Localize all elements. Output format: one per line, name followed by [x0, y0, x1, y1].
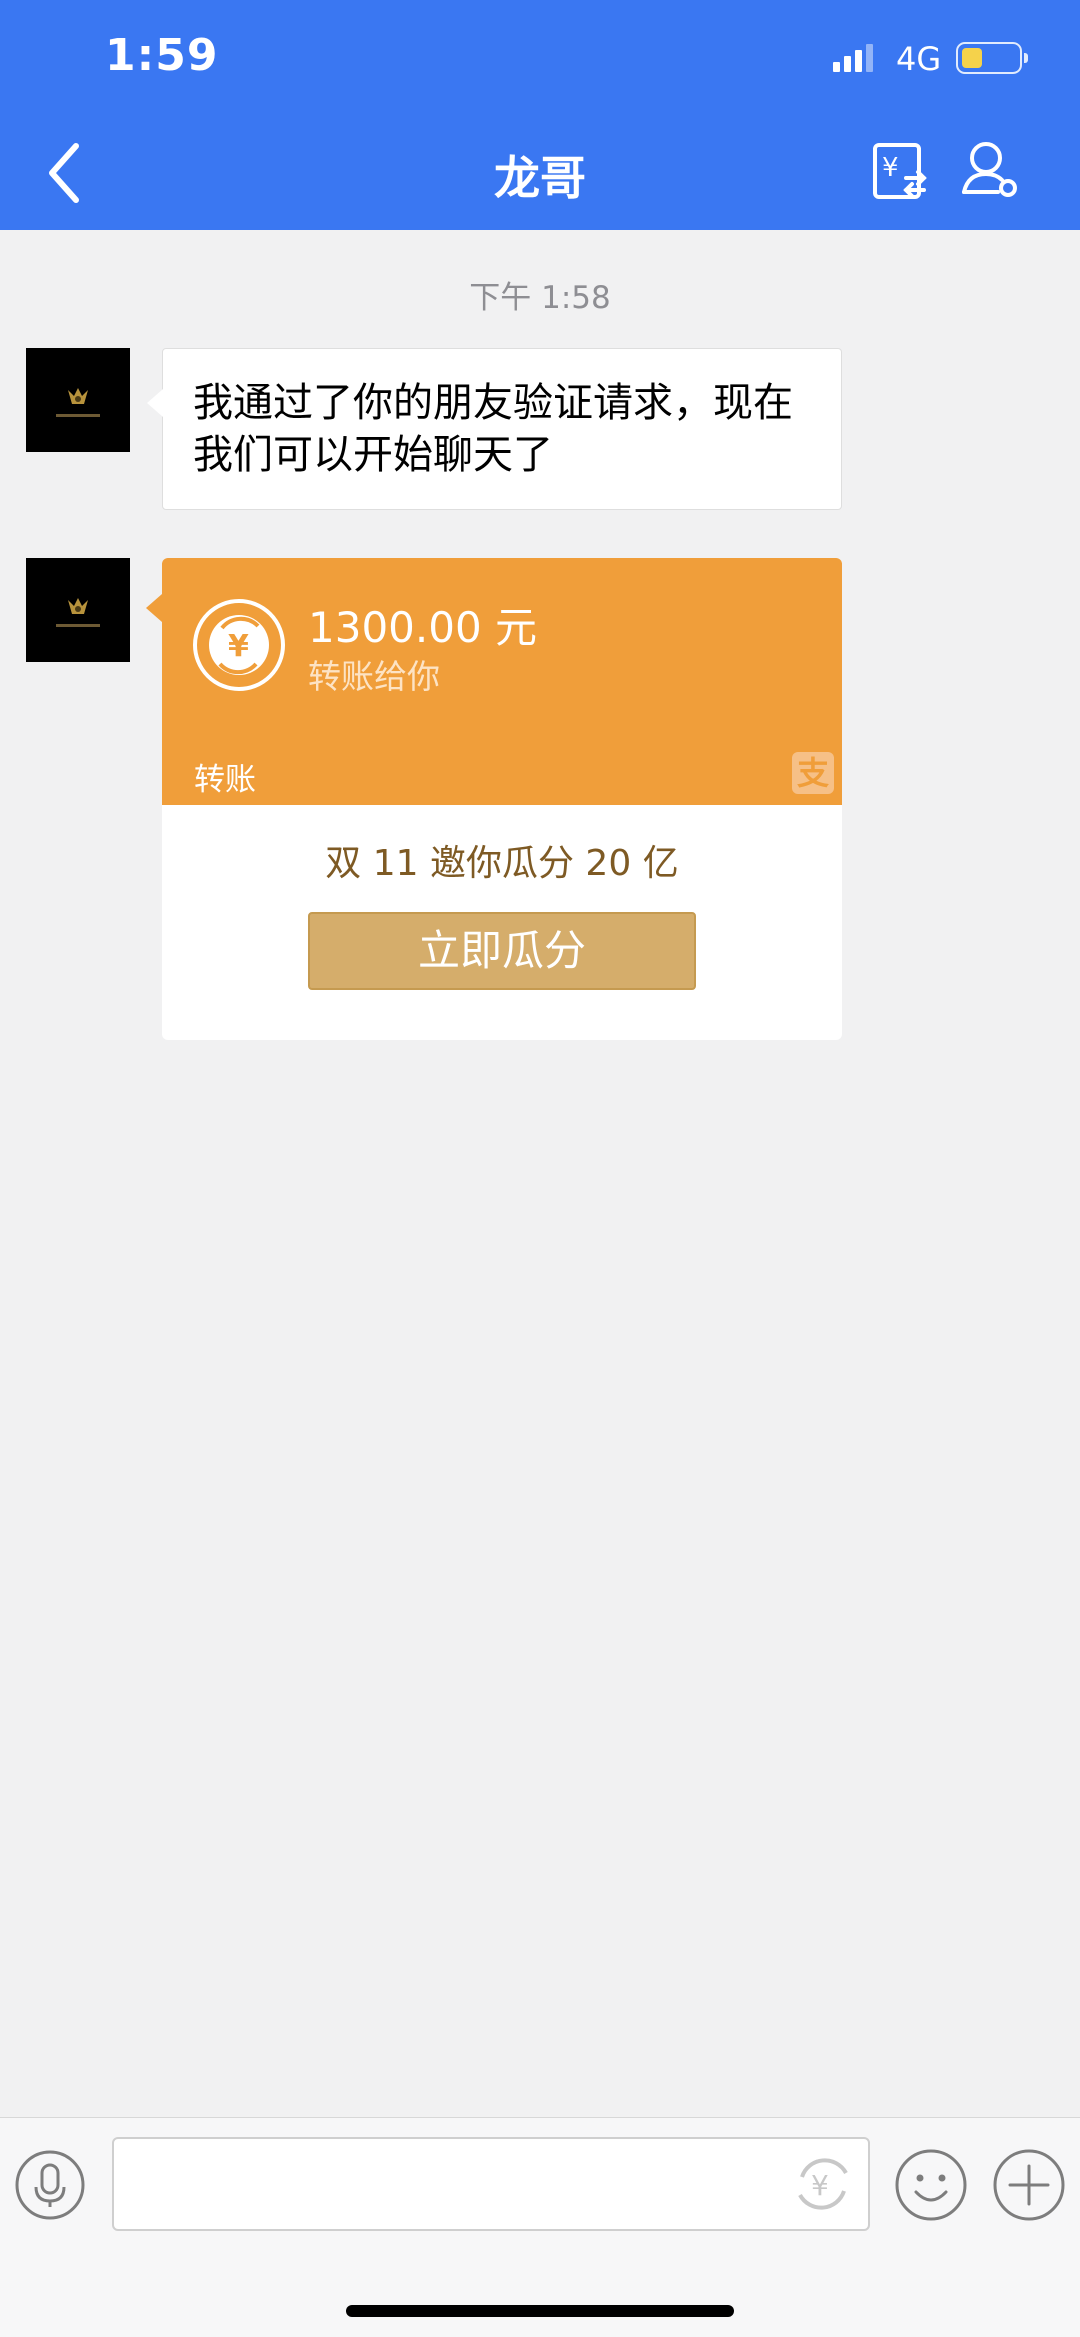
header-bar: 1:59 4G 龙哥 ¥	[0, 0, 1080, 230]
battery-tip	[1024, 53, 1028, 63]
transfer-label: 转账	[194, 762, 256, 798]
avatar-wordmark	[56, 414, 100, 417]
alipay-icon: 支	[792, 752, 834, 794]
yen-icon[interactable]: ¥	[790, 2151, 856, 2217]
network-label: 4G	[896, 40, 942, 78]
avatar[interactable]	[26, 348, 130, 452]
promo-text: 双 11 邀你瓜分 20 亿	[325, 843, 679, 884]
message-bubble-text[interactable]: 我通过了你的朋友验证请求，现在我们可以开始聊天了	[147, 348, 842, 510]
avatar-emblem-icon	[68, 598, 88, 614]
svg-text:¥: ¥	[882, 153, 899, 183]
transfer-subtitle: 转账给你	[308, 657, 440, 696]
transfer-amount: 1300.00 元	[308, 603, 538, 652]
message-timestamp: 下午 1:58	[469, 280, 611, 316]
profile-icon[interactable]	[960, 140, 1020, 200]
svg-text:¥: ¥	[811, 2169, 829, 2202]
transfer-icon[interactable]: ¥	[872, 142, 928, 202]
transfer-card[interactable]: ¥ 1300.00 元 转账给你 转账 支 双 11 邀你瓜分 20 亿 立即瓜…	[146, 558, 842, 1040]
svg-text:¥: ¥	[228, 629, 249, 664]
emoji-icon[interactable]	[894, 2148, 968, 2222]
avatar-emblem-icon	[68, 388, 88, 404]
input-bar: ¥	[0, 2117, 1080, 2337]
split-now-button[interactable]: 立即瓜分	[308, 912, 696, 990]
home-indicator	[346, 2305, 734, 2317]
transfer-coin-icon: ¥	[193, 599, 285, 691]
message-input[interactable]	[112, 2137, 870, 2231]
mic-icon[interactable]	[14, 2149, 86, 2221]
signal-icon	[833, 44, 873, 72]
transfer-card-header: ¥ 1300.00 元 转账给你 转账 支	[162, 558, 842, 805]
avatar-wordmark	[56, 624, 100, 627]
status-time: 1:59	[105, 30, 219, 81]
battery-icon	[956, 42, 1022, 74]
avatar[interactable]	[26, 558, 130, 662]
plus-icon[interactable]	[992, 2148, 1066, 2222]
